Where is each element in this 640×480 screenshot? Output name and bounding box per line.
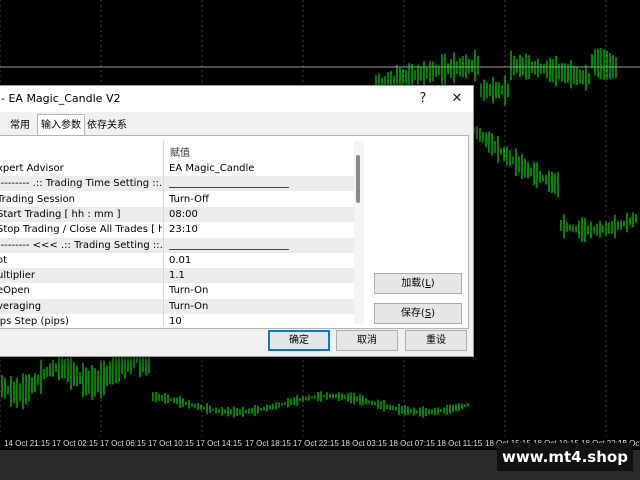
param-row[interactable]: xpert Advisor EA Magic_Candle bbox=[0, 161, 354, 176]
help-button[interactable]: ? bbox=[412, 89, 434, 109]
time-axis-label: 18 Oct 07:15 bbox=[389, 439, 435, 448]
inputs-panel: 赋值 xpert Advisor EA Magic_Candle ---------… bbox=[0, 135, 469, 329]
ok-button[interactable]: 确定 bbox=[268, 330, 330, 351]
param-name: ot bbox=[0, 254, 8, 266]
param-name: veraging bbox=[0, 300, 42, 312]
cancel-button[interactable]: 取消 bbox=[336, 330, 398, 351]
param-value[interactable]: 1.1 bbox=[169, 268, 353, 283]
param-name: Trading Session bbox=[0, 193, 76, 205]
load-button-label: 加载( bbox=[401, 278, 426, 289]
load-button-close: ) bbox=[430, 278, 435, 289]
dialog-title-bar[interactable]: - EA Magic_Candle V2 ? ✕ bbox=[0, 86, 473, 112]
grid-header: 赋值 bbox=[0, 141, 354, 159]
separator-line bbox=[169, 187, 289, 189]
param-row[interactable]: veraging Turn-On bbox=[0, 298, 354, 314]
time-axis-label: 17 Oct 06:15 bbox=[100, 439, 146, 448]
param-name: ultiplier bbox=[0, 270, 35, 282]
parameters-grid: 赋值 xpert Advisor EA Magic_Candle ---------… bbox=[0, 141, 354, 326]
param-row[interactable]: Trading Session Turn-Off bbox=[0, 192, 354, 207]
time-axis-label: 17 Oct 22:15 bbox=[293, 439, 339, 448]
param-row[interactable]: ips Step (pips) 10 bbox=[0, 314, 354, 326]
param-value[interactable]: 08:00 bbox=[169, 207, 353, 222]
time-axis-label: 18 Oct 11:15 bbox=[437, 439, 483, 448]
save-button-close: ) bbox=[431, 308, 436, 319]
param-row[interactable]: Start Trading [ hh : mm ] 08:00 bbox=[0, 206, 354, 222]
tab-dependencies[interactable]: 依存关系 bbox=[84, 117, 130, 135]
param-name: Stop Trading / Close All Trades [ hh ... bbox=[0, 224, 162, 236]
dialog-tabs: 常用 输入参数 依存关系 bbox=[0, 114, 473, 137]
scrollbar-thumb[interactable] bbox=[356, 155, 360, 203]
time-axis-label: 17 Oct 18:15 bbox=[245, 439, 291, 448]
param-value[interactable]: Turn-On bbox=[169, 283, 353, 298]
param-row[interactable]: eOpen Turn-On bbox=[0, 283, 354, 298]
column-divider bbox=[163, 141, 164, 326]
param-value[interactable]: Turn-On bbox=[169, 299, 353, 314]
reset-button[interactable]: 重设 bbox=[405, 330, 467, 351]
param-value[interactable]: Turn-Off bbox=[169, 192, 353, 207]
save-button[interactable]: 保存(S) bbox=[374, 303, 462, 324]
param-name: ips Step (pips) bbox=[0, 316, 69, 326]
param-name: eOpen bbox=[0, 285, 30, 297]
param-row[interactable]: ultiplier 1.1 bbox=[0, 268, 354, 284]
param-row[interactable]: ot 0.01 bbox=[0, 253, 354, 268]
time-axis-label: 18 Oct 03:15 bbox=[341, 439, 387, 448]
param-name: --------- <<< .:: Trading Setting ::. >>… bbox=[0, 239, 162, 251]
separator-line bbox=[169, 248, 289, 250]
param-value[interactable]: 23:10 bbox=[169, 222, 353, 237]
grid-scrollbar[interactable] bbox=[354, 141, 364, 324]
param-name: Start Trading [ hh : mm ] bbox=[0, 208, 121, 220]
expert-properties-dialog: - EA Magic_Candle V2 ? ✕ 常用 输入参数 依存关系 赋值… bbox=[0, 85, 474, 357]
dialog-title: - EA Magic_Candle V2 bbox=[1, 92, 121, 105]
param-name: xpert Advisor bbox=[0, 163, 64, 174]
param-value[interactable]: 0.01 bbox=[169, 253, 353, 268]
param-separator-row[interactable]: --------- .:: Trading Time Setting ::. -… bbox=[0, 176, 354, 192]
time-axis-label: 17 Oct 10:15 bbox=[148, 439, 194, 448]
close-button[interactable]: ✕ bbox=[446, 89, 468, 109]
time-axis-label: 17 Oct 14:15 bbox=[196, 439, 242, 448]
param-row[interactable]: Stop Trading / Close All Trades [ hh ...… bbox=[0, 222, 354, 237]
time-axis-label: 17 Oct 02:15 bbox=[52, 439, 98, 448]
value-column-header: 赋值 bbox=[170, 148, 190, 159]
param-value[interactable]: 10 bbox=[169, 314, 353, 326]
time-axis-label: 14 Oct 21:15 bbox=[4, 439, 50, 448]
param-name: --------- .:: Trading Time Setting ::. -… bbox=[0, 178, 162, 190]
watermark-banner: www.mt4.shop bbox=[497, 443, 633, 471]
load-button[interactable]: 加载(L) bbox=[374, 273, 462, 294]
save-button-label: 保存( bbox=[400, 308, 425, 319]
tab-common[interactable]: 常用 bbox=[3, 117, 37, 135]
tab-inputs[interactable]: 输入参数 bbox=[37, 114, 85, 137]
param-separator-row[interactable]: --------- <<< .:: Trading Setting ::. >>… bbox=[0, 237, 354, 253]
param-value[interactable]: EA Magic_Candle bbox=[169, 161, 353, 176]
